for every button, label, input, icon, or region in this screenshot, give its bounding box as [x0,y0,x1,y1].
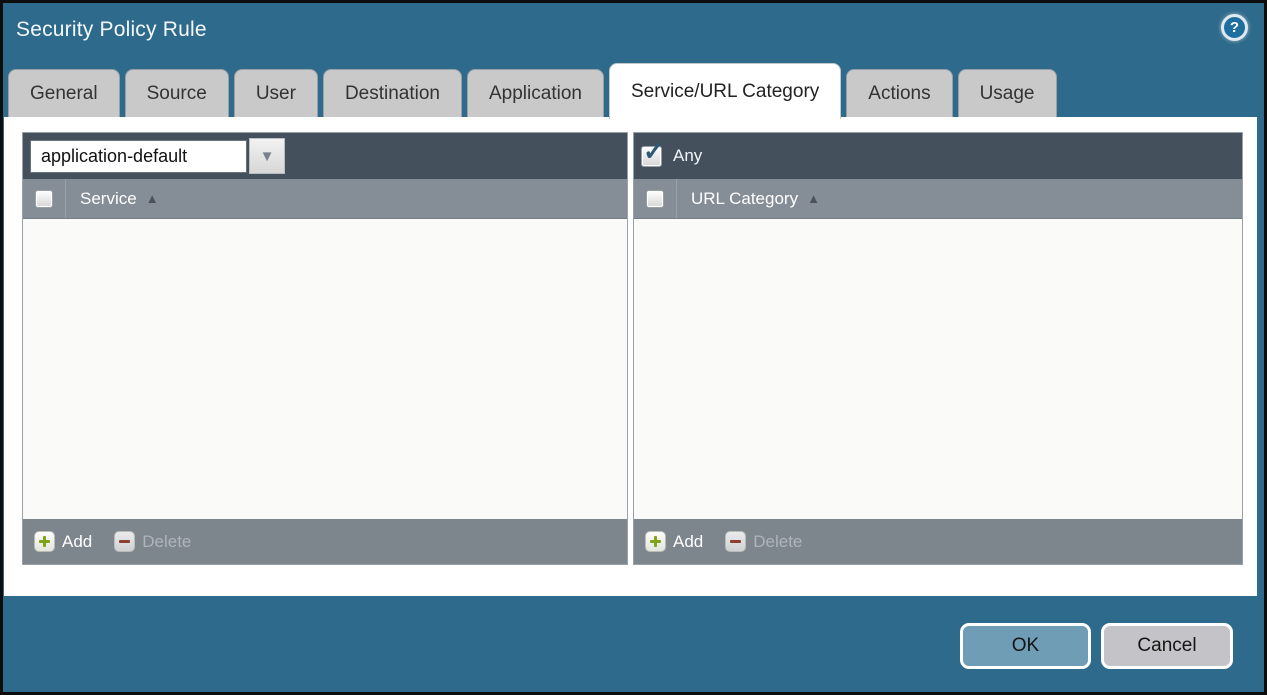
sort-ascending-icon: ▲ [146,191,159,206]
chevron-down-icon: ▼ [260,148,275,165]
cancel-button[interactable]: Cancel [1101,623,1233,669]
add-icon [34,531,55,552]
tab-content-sheet: application-default ▼ ✓ Service ▲ [4,117,1257,596]
help-icon[interactable]: ? [1221,14,1248,41]
url-category-add-label: Add [673,532,703,552]
tab-application[interactable]: Application [467,69,604,117]
tab-general[interactable]: General [8,69,120,117]
url-category-column-label[interactable]: URL Category ▲ [691,189,820,209]
url-category-delete-button[interactable]: Delete [725,531,802,552]
service-type-value[interactable]: application-default [30,140,247,173]
service-panel: application-default ▼ ✓ Service ▲ [22,132,628,565]
tab-bar: General Source User Destination Applicat… [8,63,1259,117]
service-delete-label: Delete [142,532,191,552]
service-type-combobox: application-default ▼ [30,138,285,174]
tab-usage[interactable]: Usage [958,69,1057,117]
url-category-footer: Add Delete [634,519,1242,564]
url-category-any-bar: ✓ Any [634,133,1242,179]
tab-service-url-category[interactable]: Service/URL Category [609,63,841,119]
service-column-header: ✓ Service ▲ [23,179,627,219]
url-category-add-button[interactable]: Add [645,531,703,552]
delete-icon [114,531,135,552]
service-column-title: Service [80,189,137,209]
help-icon-glyph: ? [1230,19,1239,36]
service-add-button[interactable]: Add [34,531,92,552]
check-icon: ✓ [643,138,665,164]
url-category-column-title: URL Category [691,189,798,209]
tab-source[interactable]: Source [125,69,229,117]
security-policy-rule-dialog: Security Policy Rule ? General Source Us… [0,0,1267,695]
sort-ascending-icon: ▲ [807,191,820,206]
add-icon [645,531,666,552]
service-type-dropdown-button[interactable]: ▼ [249,138,285,174]
ok-button[interactable]: OK [960,623,1091,669]
service-type-bar: application-default ▼ [23,133,627,179]
url-category-delete-label: Delete [753,532,802,552]
service-list-body [23,219,627,519]
service-footer: Add Delete [23,519,627,564]
url-category-any-checkbox[interactable]: ✓ [641,146,662,167]
tab-destination[interactable]: Destination [323,69,462,117]
service-add-label: Add [62,532,92,552]
url-category-select-all-checkbox[interactable]: ✓ [646,190,664,208]
url-category-any-label: Any [673,146,702,166]
service-column-label[interactable]: Service ▲ [80,189,159,209]
tab-actions[interactable]: Actions [846,69,952,117]
service-select-all-cell: ✓ [23,179,66,218]
service-select-all-checkbox[interactable]: ✓ [35,190,53,208]
dialog-title: Security Policy Rule [16,18,207,42]
url-category-panel: ✓ Any ✓ URL Category ▲ Add [633,132,1243,565]
url-category-select-all-cell: ✓ [634,179,677,218]
service-delete-button[interactable]: Delete [114,531,191,552]
delete-icon [725,531,746,552]
url-category-list-body [634,219,1242,519]
tab-user[interactable]: User [234,69,318,117]
url-category-column-header: ✓ URL Category ▲ [634,179,1242,219]
